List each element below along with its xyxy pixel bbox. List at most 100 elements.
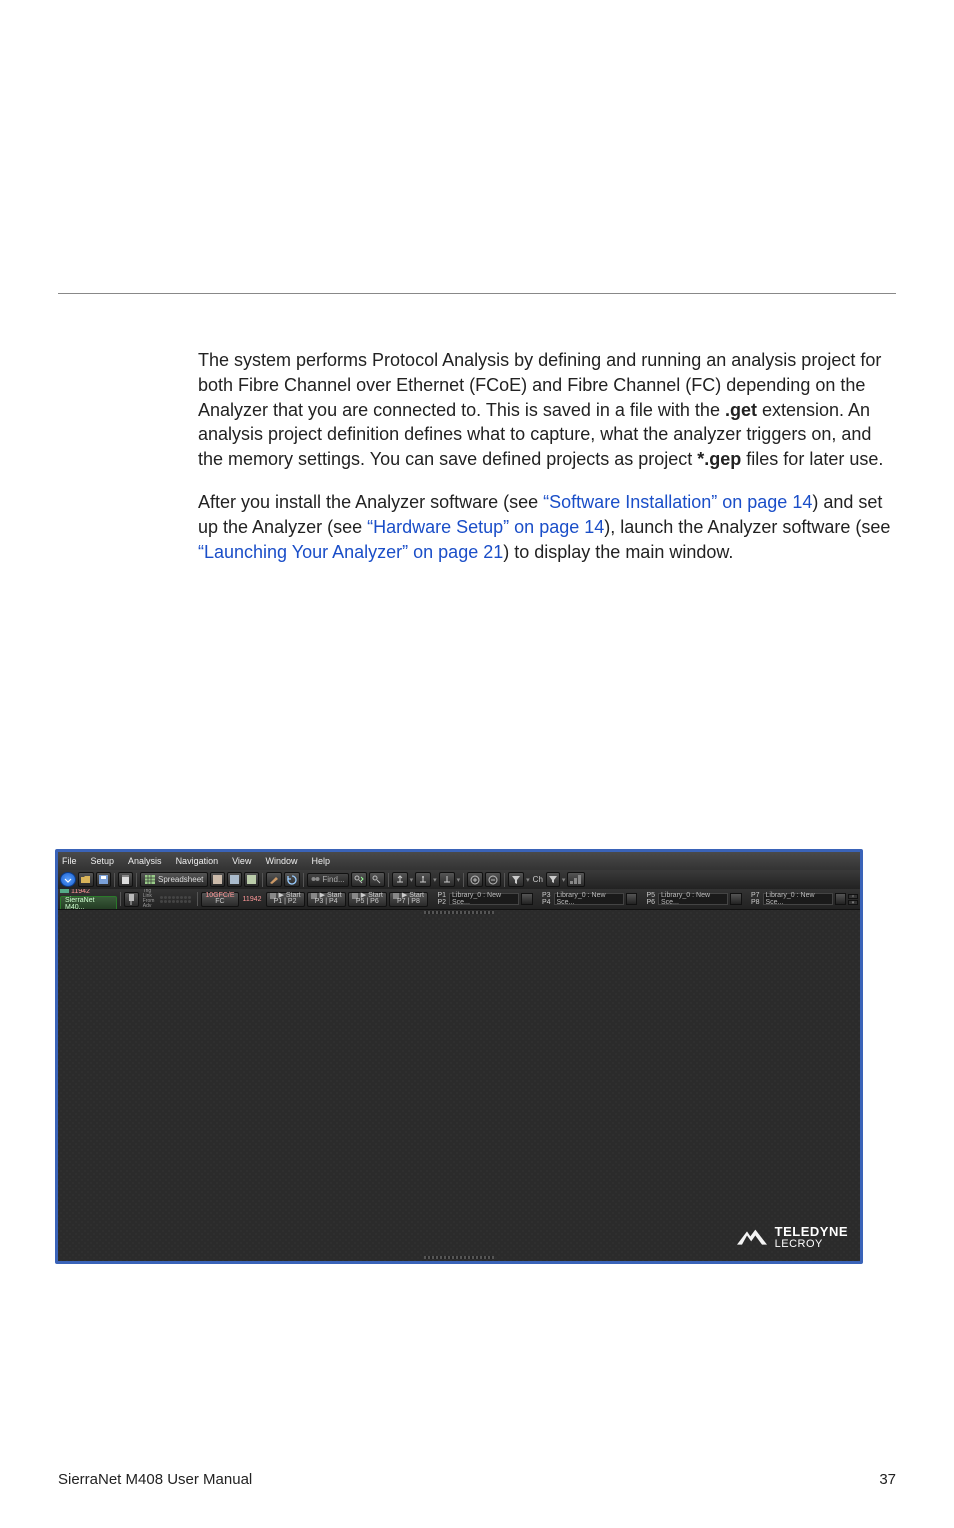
ext-get: .get [725, 400, 757, 420]
menu-file[interactable]: File [62, 856, 77, 866]
brush-icon [269, 875, 279, 884]
device-badge[interactable]: SierraNet M40... [60, 896, 117, 910]
library-select-p7p8[interactable]: Library_0 : New Sce... [763, 893, 833, 905]
marker-button[interactable] [392, 872, 408, 887]
save-button[interactable] [96, 872, 111, 887]
toolbar-btn[interactable] [210, 872, 225, 887]
paragraph-2: After you install the Analyzer software … [198, 490, 896, 564]
doc2-icon [213, 875, 222, 884]
link-hardware-setup[interactable]: “Hardware Setup” on page 14 [367, 517, 604, 537]
spreadsheet-label: Spreadsheet [158, 875, 203, 884]
text: ), launch the Analyzer software (see [604, 517, 890, 537]
fc-id: 11942 [243, 896, 262, 903]
funnel-icon [511, 875, 521, 885]
port-pair-12: P1P2 [434, 892, 446, 906]
drag-handle-bottom[interactable] [424, 1256, 494, 1259]
edit-library-icon[interactable] [835, 893, 846, 905]
link-software-installation[interactable]: “Software Installation” on page 14 [543, 492, 812, 512]
footer-page-number: 37 [879, 1471, 896, 1488]
folder-icon [81, 875, 91, 884]
separator [463, 873, 464, 887]
brand-name-top: TELEDYNE [775, 1226, 848, 1238]
menu-analysis[interactable]: Analysis [128, 856, 162, 866]
marker-button[interactable] [415, 872, 431, 887]
menu-navigation[interactable]: Navigation [176, 856, 219, 866]
drag-handle-top[interactable] [424, 911, 494, 914]
toolbar-btn[interactable] [266, 872, 282, 887]
ext-gep: *.gep [697, 449, 741, 469]
toolbar-btn[interactable] [227, 872, 242, 887]
trig-labels: Trig Link From Adv [143, 889, 155, 909]
filter-button[interactable] [508, 872, 524, 887]
wave-icon [570, 875, 582, 884]
main-toolbar: Spreadsheet Find... ▾ ▾ ▾ [58, 870, 860, 889]
find-prev-button[interactable] [369, 872, 385, 887]
channel-filter-button[interactable] [546, 872, 560, 887]
connect-button[interactable] [124, 892, 139, 907]
library-select-p5p6[interactable]: Library_0 : New Sce... [658, 893, 728, 905]
plus-icon [470, 875, 480, 885]
find-box[interactable]: Find... [307, 873, 348, 887]
app-menu-button[interactable] [60, 872, 76, 887]
edit-library-icon[interactable] [521, 893, 532, 905]
edit-library-icon[interactable] [626, 893, 637, 905]
dropdown-caret[interactable]: ▾ [526, 876, 530, 884]
separator [388, 873, 389, 887]
separator [136, 873, 137, 887]
brand-name-bottom: LECROY [775, 1239, 848, 1249]
doc3-icon [230, 875, 239, 884]
dropdown-caret[interactable]: ▾ [457, 876, 461, 884]
toolbar-btn[interactable] [567, 872, 585, 887]
menu-setup[interactable]: Setup [91, 856, 115, 866]
search-down-icon [354, 875, 364, 884]
link-launching-analyzer[interactable]: “Launching Your Analyzer” on page 21 [198, 542, 503, 562]
toolbar-overflow[interactable]: × ▾ [848, 894, 858, 905]
library-select-p1p2[interactable]: Library_0 : New Sce... [449, 893, 519, 905]
text: After you install the Analyzer software … [198, 492, 543, 512]
menu-window[interactable]: Window [265, 856, 297, 866]
toolbar-btn[interactable] [118, 872, 133, 887]
separator [262, 873, 263, 887]
plug-icon [127, 894, 136, 905]
toolbar-btn[interactable] [244, 872, 259, 887]
start-p5p6-button[interactable]: ▶ Start P5 | P6 [348, 892, 387, 907]
binoculars-icon [311, 875, 320, 884]
doc4-icon [247, 875, 256, 884]
dropdown-caret[interactable]: ▾ [433, 876, 437, 884]
zoom-in-button[interactable] [467, 872, 483, 887]
menubar: File Setup Analysis Navigation View Wind… [58, 852, 860, 870]
grid-icon [145, 875, 155, 884]
page-footer: SierraNet M408 User Manual 37 [58, 1471, 896, 1488]
footer-doc-title: SierraNet M408 User Manual [58, 1471, 252, 1488]
edit-library-icon[interactable] [730, 893, 741, 905]
find-next-button[interactable] [351, 872, 367, 887]
marker-icon [442, 875, 452, 885]
start-p1p2-button[interactable]: ▶ Start P1 | P2 [266, 892, 305, 907]
dropdown-caret[interactable]: ▾ [562, 876, 566, 884]
fc-mode-chip[interactable]: 10GFC/E FC [201, 892, 238, 907]
menu-view[interactable]: View [232, 856, 251, 866]
refresh-button[interactable] [284, 872, 300, 887]
body-text: The system performs Protocol Analysis by… [198, 348, 896, 565]
paragraph-1: The system performs Protocol Analysis by… [198, 348, 896, 472]
marker-icon [418, 875, 428, 885]
text: files for later use. [741, 449, 883, 469]
device-icon [60, 889, 69, 895]
dropdown-caret[interactable]: ▾ [410, 876, 414, 884]
open-button[interactable] [78, 872, 94, 887]
zoom-out-button[interactable] [485, 872, 501, 887]
separator [197, 892, 198, 906]
marker-icon [395, 875, 405, 885]
port-pair-56: P5P6 [643, 892, 655, 906]
menu-help[interactable]: Help [311, 856, 330, 866]
start-p3p4-button[interactable]: ▶ Start P3 | P4 [307, 892, 346, 907]
marker-button[interactable] [439, 872, 455, 887]
workarea: TELEDYNE LECROY [58, 910, 860, 1261]
device-toolbar: 11942 SierraNet M40... Trig Link From Ad… [58, 889, 860, 910]
library-select-p3p4[interactable]: Library_0 : New Sce... [554, 893, 624, 905]
dropdown-icon [63, 875, 73, 885]
section-divider [58, 293, 896, 294]
channel-label: Ch [533, 875, 543, 884]
start-p7p8-button[interactable]: ▶ Start P7 | P8 [389, 892, 428, 907]
spreadsheet-button[interactable]: Spreadsheet [140, 872, 208, 887]
